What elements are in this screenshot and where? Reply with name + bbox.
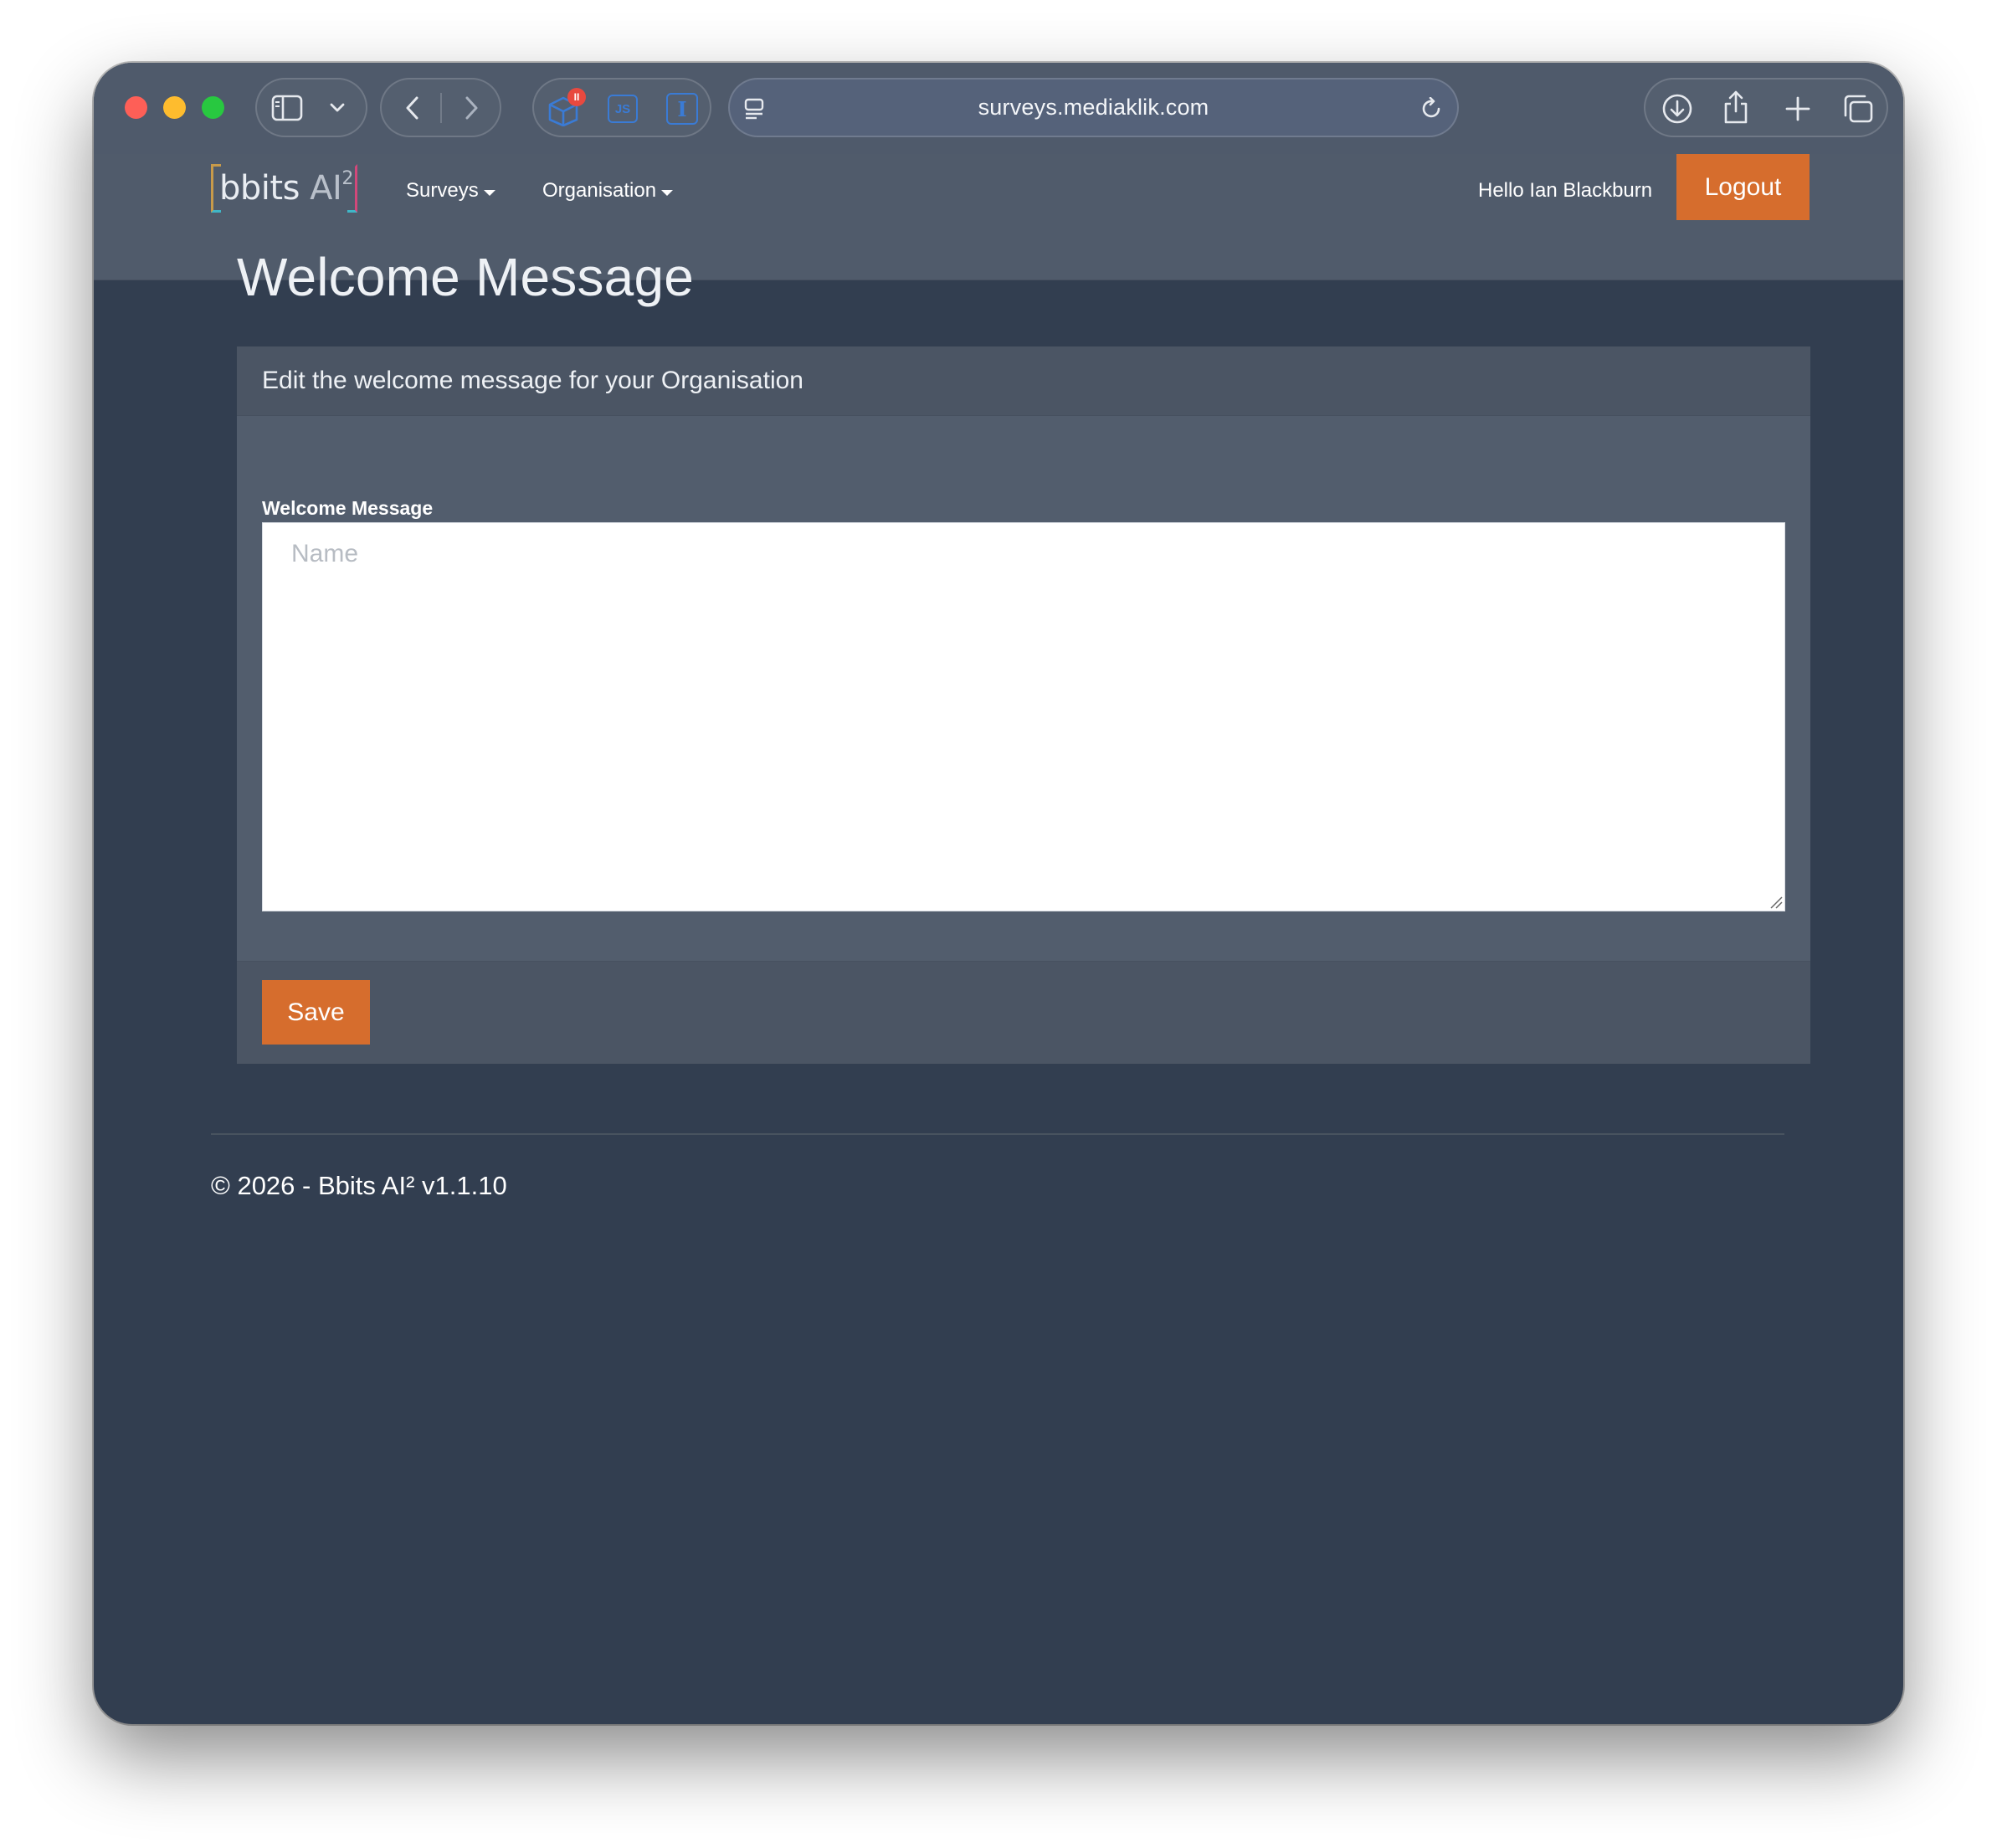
minimize-window-button[interactable]	[163, 96, 186, 119]
user-greeting[interactable]: Hello Ian Blackburn	[1478, 179, 1652, 203]
card-footer: Save	[237, 961, 1810, 1064]
logout-button[interactable]: Logout	[1676, 154, 1810, 220]
toolbar-actions-group	[1644, 78, 1888, 137]
card-header: Edit the welcome message for your Organi…	[237, 346, 1810, 416]
close-window-button[interactable]	[125, 96, 147, 119]
page-title: Welcome Message	[237, 247, 695, 307]
cube-extension-icon[interactable]: II	[546, 88, 586, 126]
tab-overview-icon[interactable]	[1841, 93, 1875, 125]
address-bar[interactable]: surveys.mediaklik.com	[728, 78, 1459, 137]
download-icon[interactable]	[1661, 92, 1694, 126]
welcome-message-textarea[interactable]	[262, 522, 1785, 911]
logo-text: bbits AI2	[219, 168, 353, 208]
reload-icon[interactable]	[1419, 96, 1445, 121]
forward-arrow-icon[interactable]	[457, 94, 485, 122]
caret-down-icon	[661, 189, 674, 196]
chevron-down-icon[interactable]	[326, 98, 349, 118]
extensions-group: II JS I	[532, 78, 711, 137]
js-extension-label: JS	[608, 95, 638, 123]
extension-badge: II	[567, 88, 586, 106]
sidebar-toggle-group	[255, 78, 367, 137]
nav-organisation-dropdown[interactable]: Organisation	[542, 179, 674, 203]
card-header-text: Edit the welcome message for your Organi…	[262, 367, 803, 394]
bbits-logo[interactable]: bbits AI2	[211, 164, 357, 214]
nav-surveys-dropdown[interactable]: Surveys	[406, 179, 495, 203]
back-arrow-icon[interactable]	[398, 94, 427, 122]
new-tab-plus-icon[interactable]	[1783, 94, 1813, 124]
text-cursor-extension-label: I	[666, 93, 698, 125]
save-button[interactable]: Save	[262, 980, 370, 1045]
url-text: surveys.mediaklik.com	[978, 95, 1209, 120]
maximize-window-button[interactable]	[202, 96, 224, 119]
text-cursor-extension-icon[interactable]: I	[665, 92, 699, 126]
js-extension-icon[interactable]: JS	[607, 94, 639, 124]
browser-window: II JS I surveys.mediaklik.com bbits AI2 …	[94, 63, 1903, 1724]
welcome-message-card: Edit the welcome message for your Organi…	[237, 346, 1810, 1064]
welcome-message-label: Welcome Message	[262, 497, 434, 519]
browser-toolbar: II JS I surveys.mediaklik.com	[94, 63, 1903, 154]
share-icon[interactable]	[1721, 89, 1751, 126]
footer-divider	[211, 1133, 1784, 1135]
resize-handle-icon[interactable]	[1769, 896, 1783, 909]
footer-copyright: © 2026 - Bbits AI² v1.1.10	[211, 1171, 507, 1200]
navigation-group	[380, 78, 501, 137]
sidebar-icon[interactable]	[270, 94, 304, 122]
caret-down-icon	[483, 189, 495, 196]
